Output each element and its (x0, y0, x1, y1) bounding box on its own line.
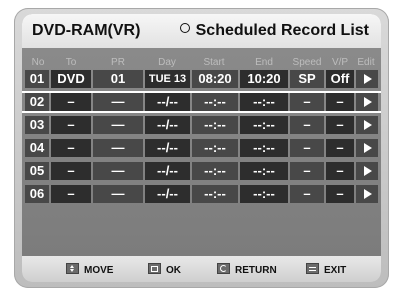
cell-to: – (51, 116, 91, 134)
title-bar: DVD-RAM(VR) Scheduled Record List (22, 14, 381, 48)
cell-end: --:-- (240, 139, 288, 157)
return-icon (217, 263, 230, 274)
column-header-no: No (31, 57, 45, 68)
play-arrow-icon (364, 120, 372, 130)
cell-start: --:-- (192, 116, 238, 134)
edit-button[interactable] (356, 116, 378, 134)
list-title: Scheduled Record List (179, 22, 369, 40)
table-row[interactable]: 04 – — --/-- --:-- --:-- – – (22, 139, 381, 157)
disc-type-title: DVD-RAM(VR) (32, 22, 141, 39)
cell-pr: — (93, 162, 143, 180)
cell-start: --:-- (192, 185, 238, 203)
play-arrow-icon (364, 189, 372, 199)
button-guide-bar: MOVE OK RETURN EXIT (22, 256, 381, 282)
exit-hint: EXIT (306, 263, 346, 276)
edit-button[interactable] (356, 139, 378, 157)
cell-end: 10:20 (240, 70, 288, 88)
cell-day: --/-- (145, 93, 190, 111)
cell-day: --/-- (145, 162, 190, 180)
cell-no: 04 (25, 139, 49, 157)
cell-speed: – (290, 185, 324, 203)
cell-speed: – (290, 162, 324, 180)
cell-end: --:-- (240, 116, 288, 134)
cell-day: --/-- (145, 185, 190, 203)
list-title-label: Scheduled Record List (195, 22, 369, 39)
column-header-day: Day (158, 57, 176, 68)
cell-no: 01 (25, 70, 49, 88)
edit-button[interactable] (356, 162, 378, 180)
table-row[interactable]: 01 DVD 01 TUE 13 08:20 10:20 SP Off (22, 70, 381, 88)
cell-to: DVD (51, 70, 91, 88)
cell-to: – (51, 185, 91, 203)
column-header-start: Start (203, 57, 225, 68)
cell-start: --:-- (192, 93, 238, 111)
edit-button[interactable] (356, 185, 378, 203)
osd-screen: DVD-RAM(VR) Scheduled Record List No To … (22, 14, 381, 282)
return-label: RETURN (235, 265, 277, 276)
cell-no: 03 (25, 116, 49, 134)
cell-vp: – (326, 139, 354, 157)
column-header-edit: Edit (357, 57, 375, 68)
cell-speed: SP (290, 70, 324, 88)
cell-to: – (51, 139, 91, 157)
cell-no: 06 (25, 185, 49, 203)
exit-icon (306, 263, 319, 274)
cell-to: – (51, 93, 91, 111)
play-arrow-icon (364, 97, 372, 107)
return-hint: RETURN (217, 263, 277, 276)
ok-label: OK (166, 265, 181, 276)
cell-speed: – (290, 116, 324, 134)
cell-end: --:-- (240, 185, 288, 203)
ok-icon (148, 263, 161, 274)
cell-vp: – (326, 93, 354, 111)
updown-icon (66, 263, 79, 274)
table-row[interactable]: 03 – — --/-- --:-- --:-- – – (22, 116, 381, 134)
cell-end: --:-- (240, 162, 288, 180)
cell-end: --:-- (240, 93, 288, 111)
column-header-vp: V/P (331, 57, 349, 68)
cell-pr: 01 (93, 70, 143, 88)
play-arrow-icon (364, 166, 372, 176)
cell-no: 02 (25, 93, 49, 111)
tv-bezel: DVD-RAM(VR) Scheduled Record List No To … (14, 8, 389, 288)
cell-vp: Off (326, 70, 354, 88)
play-arrow-icon (364, 143, 372, 153)
cell-pr: — (93, 93, 143, 111)
cell-start: --:-- (192, 162, 238, 180)
column-header-pr: PR (111, 57, 125, 68)
column-header-end: End (255, 57, 273, 68)
cell-start: 08:20 (192, 70, 238, 88)
move-hint: MOVE (66, 263, 113, 276)
cell-day: --/-- (145, 116, 190, 134)
table-row[interactable]: 06 – — --/-- --:-- --:-- – – (22, 185, 381, 203)
circle-icon (179, 23, 190, 33)
edit-button[interactable] (356, 70, 378, 88)
cell-speed: – (290, 139, 324, 157)
table-row-selected[interactable]: 02 – — --/-- --:-- --:-- – – (22, 91, 381, 113)
exit-label: EXIT (324, 265, 347, 276)
cell-pr: — (93, 116, 143, 134)
edit-button[interactable] (356, 93, 378, 111)
cell-vp: – (326, 162, 354, 180)
cell-start: --:-- (192, 139, 238, 157)
table-row[interactable]: 05 – — --/-- --:-- --:-- – – (22, 162, 381, 180)
cell-to: – (51, 162, 91, 180)
column-header-to: To (65, 57, 77, 68)
cell-day: TUE 13 (145, 70, 190, 88)
play-arrow-icon (364, 74, 372, 84)
cell-vp: – (326, 185, 354, 203)
ok-hint: OK (148, 263, 181, 276)
cell-vp: – (326, 116, 354, 134)
cell-pr: — (93, 185, 143, 203)
cell-speed: – (290, 93, 324, 111)
cell-no: 05 (25, 162, 49, 180)
cell-pr: — (93, 139, 143, 157)
column-header-speed: Speed (292, 57, 322, 68)
cell-day: --/-- (145, 139, 190, 157)
move-label: MOVE (84, 265, 114, 276)
